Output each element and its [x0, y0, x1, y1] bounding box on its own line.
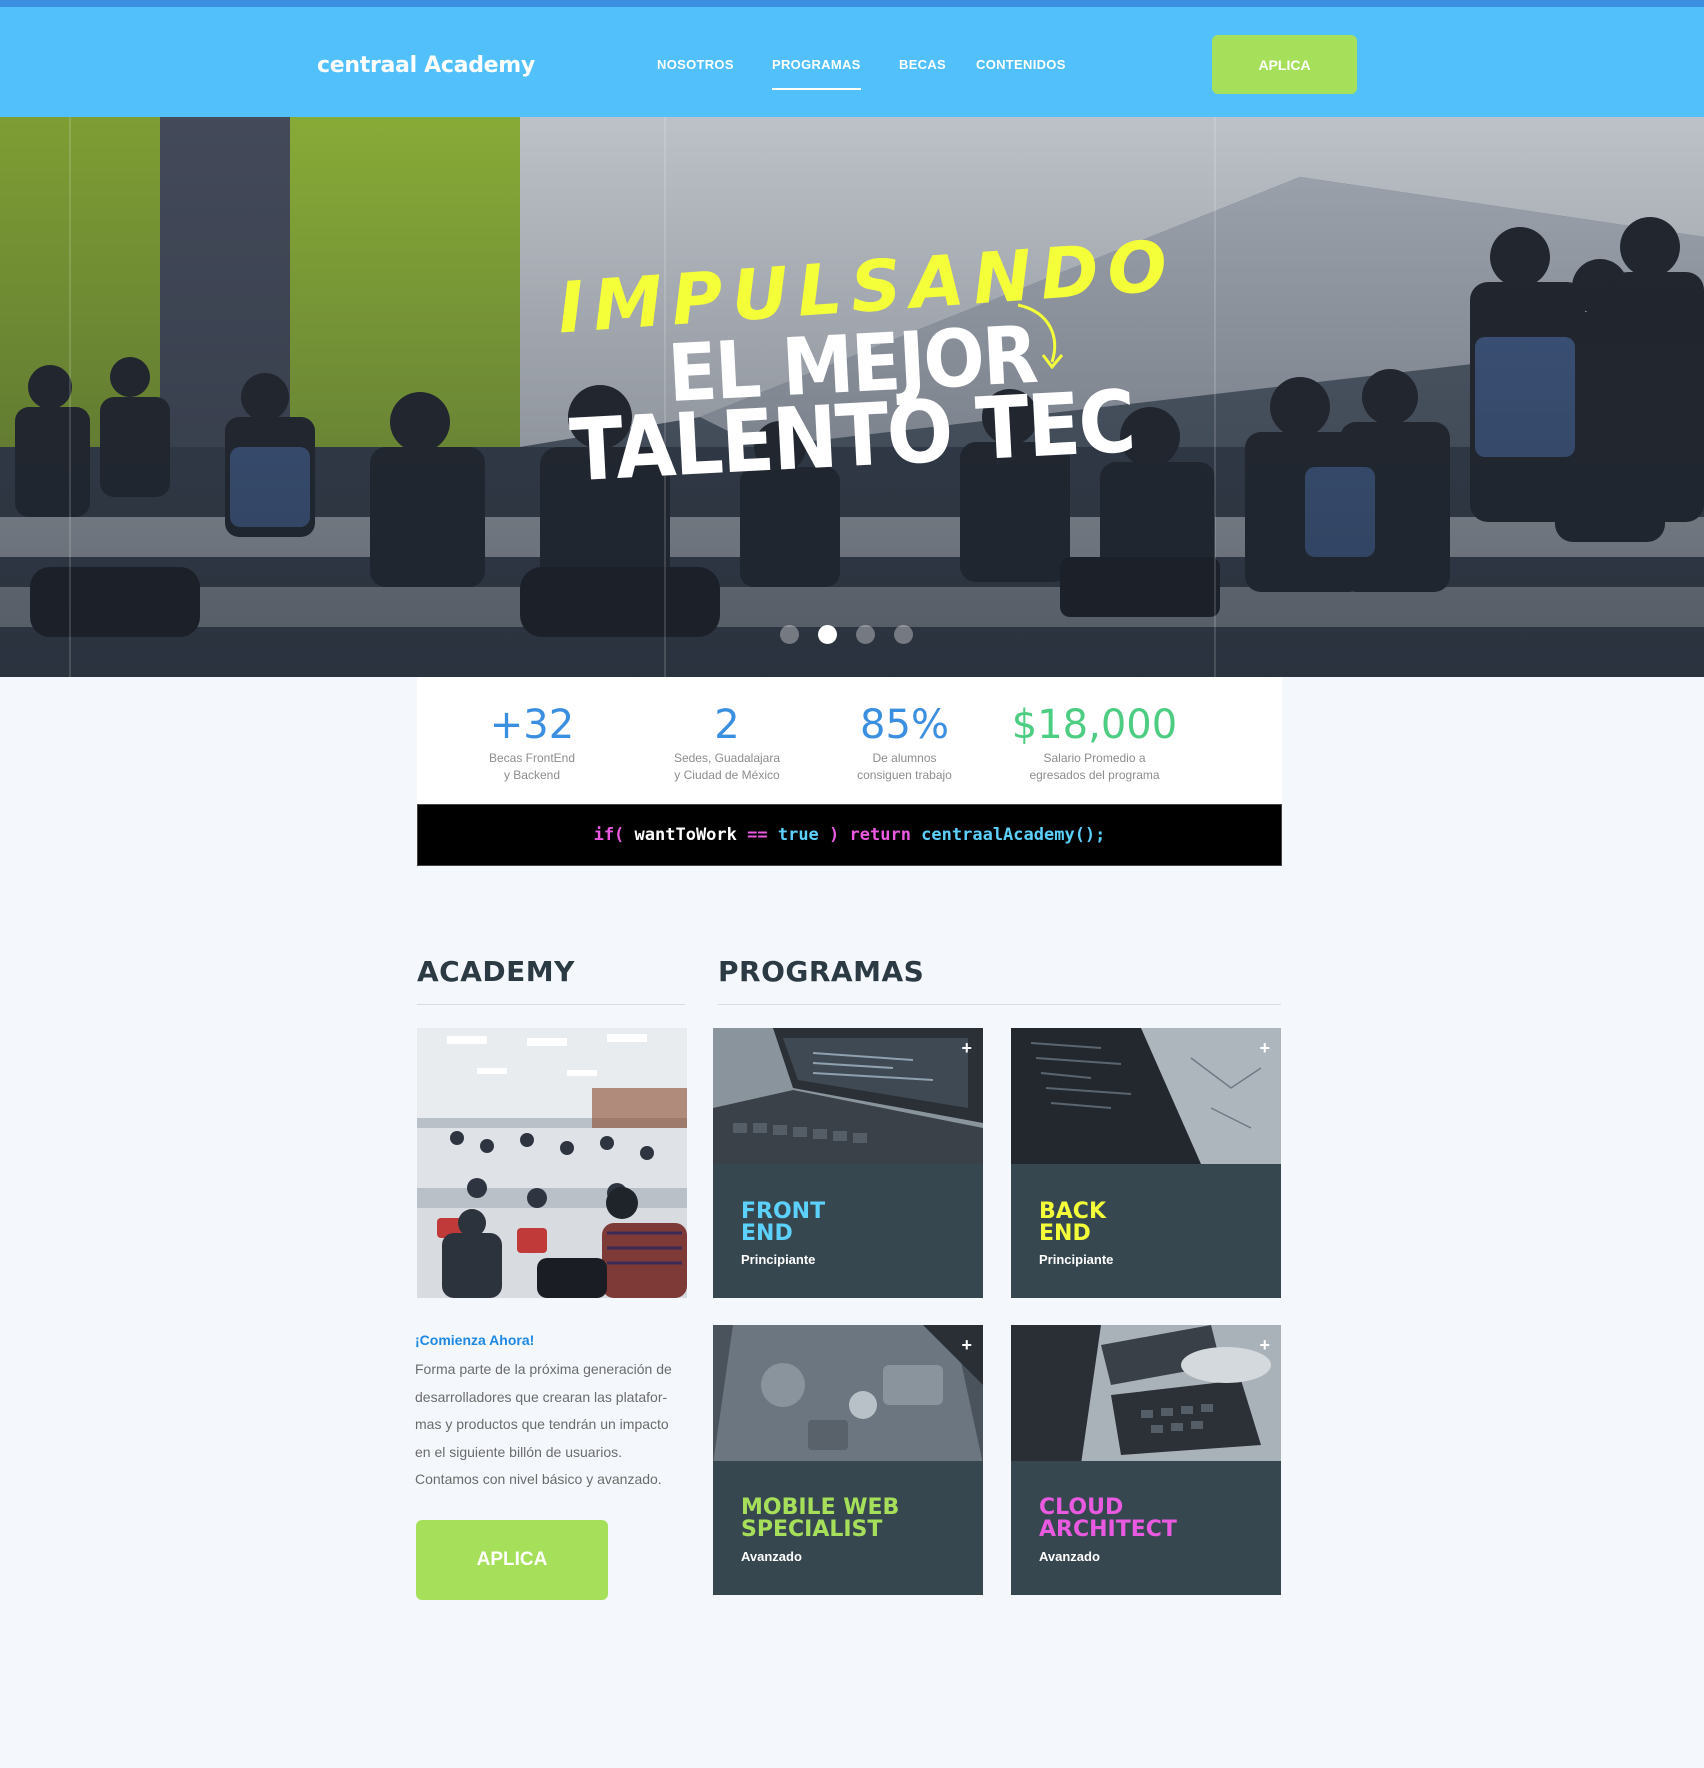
carousel-dot[interactable]: [780, 625, 799, 644]
stat-label: De alumnos: [872, 751, 937, 765]
programas-divider: [718, 1004, 1281, 1005]
program-photo: [1011, 1325, 1281, 1461]
start-now-text: ¡Comienza Ahora!: [415, 1332, 535, 1348]
carousel-dot[interactable]: [894, 625, 913, 644]
top-accent-line: [0, 0, 1704, 7]
program-card-cloud[interactable]: + CLOUD ARCHITECT Avanzado: [1011, 1325, 1281, 1595]
code-banner: if( wantToWork == true ) return centraal…: [417, 804, 1282, 866]
description-line: Contamos con nivel básico y avanzado.: [415, 1471, 662, 1487]
program-level: Principiante: [1039, 1252, 1114, 1267]
expand-plus-icon[interactable]: +: [961, 1335, 972, 1356]
program-level: Principiante: [741, 1252, 816, 1267]
stat-label: y Ciudad de México: [674, 768, 780, 782]
program-photo: [1011, 1028, 1281, 1164]
program-title: ARCHITECT: [1039, 1517, 1177, 1542]
stat-label: y Backend: [503, 768, 561, 782]
program-photo: [713, 1325, 983, 1461]
stat-sedes: 2 Sedes, Guadalajara y Ciudad de México: [657, 702, 797, 784]
nav-aplica-button[interactable]: APLICA: [1212, 35, 1357, 94]
stat-label: consiguen trabajo: [857, 768, 952, 782]
program-title: MOBILE WEB: [741, 1495, 900, 1520]
code-true: true: [767, 825, 830, 845]
program-title: END: [1039, 1221, 1091, 1246]
program-photo: [713, 1028, 983, 1164]
program-title: SPECIALIST: [741, 1517, 883, 1542]
nav-nosotros[interactable]: NOSOTROS: [657, 57, 734, 72]
code-var: wantToWork: [624, 825, 748, 845]
nav-contenidos[interactable]: CONTENIDOS: [976, 57, 1066, 72]
program-card-mobile-web[interactable]: + MOBILE WEB SPECIALIST Avanzado: [713, 1325, 983, 1595]
stat-salario: $18,000 Salario Promedio a egresados del…: [1007, 702, 1182, 784]
stat-label: egresados del programa: [1029, 768, 1160, 782]
program-title: FRONT: [741, 1199, 826, 1224]
carousel-dot[interactable]: [856, 625, 875, 644]
stat-value: $18,000: [1011, 702, 1178, 748]
program-title: END: [741, 1221, 793, 1246]
program-level: Avanzado: [741, 1549, 802, 1564]
stat-label: Sedes, Guadalajara: [673, 751, 781, 765]
program-level: Avanzado: [1039, 1549, 1100, 1564]
code-call: centraalAcademy();: [921, 825, 1106, 845]
description-line: en el siguiente billón de usuarios.: [415, 1443, 623, 1460]
program-card-frontend[interactable]: + FRONT END Principiante: [713, 1028, 983, 1298]
code-return: return: [839, 825, 922, 845]
hero-carousel: IMPULSANDO EL MEJOR TALENTO TEC: [0, 117, 1704, 677]
description-line: Forma parte de la próxima generación de: [415, 1361, 672, 1377]
code-paren: ): [829, 825, 840, 845]
programas-heading: PROGRAMAS: [718, 955, 925, 988]
description-line: desarrolladores que crearan las platafor…: [415, 1388, 668, 1405]
program-title: BACK: [1039, 1199, 1106, 1224]
academy-photo: [417, 1028, 687, 1298]
academy-description: Forma parte de la próxima generación de …: [415, 1356, 680, 1494]
carousel-dot-active[interactable]: [818, 625, 837, 644]
nav-becas[interactable]: BECAS: [899, 57, 946, 72]
stats-panel: +32 Becas FrontEnd y Backend 2 Sedes, Gu…: [417, 677, 1282, 804]
stat-value: +32: [489, 702, 575, 748]
stat-value: 2: [714, 702, 740, 748]
stat-value: 85%: [860, 702, 949, 748]
expand-plus-icon[interactable]: +: [1259, 1335, 1270, 1356]
stat-label: Salario Promedio a: [1043, 751, 1146, 765]
description-line: mas y productos que tendrán un impacto: [415, 1416, 669, 1432]
program-title: CLOUD: [1039, 1495, 1124, 1520]
stat-trabajo: 85% De alumnos consiguen trabajo: [842, 702, 967, 784]
logo[interactable]: centraal Academy: [317, 53, 535, 78]
academy-heading: ACADEMY: [417, 955, 575, 988]
academy-aplica-button[interactable]: APLICA: [416, 1520, 608, 1600]
stat-becas: +32 Becas FrontEnd y Backend: [477, 702, 587, 784]
expand-plus-icon[interactable]: +: [1259, 1038, 1270, 1059]
program-card-backend[interactable]: + BACK END Principiante: [1011, 1028, 1281, 1298]
nav-programas[interactable]: PROGRAMAS: [772, 57, 861, 90]
code-op: ==: [747, 825, 768, 845]
code-if: if(: [593, 825, 625, 845]
stat-label: Becas FrontEnd: [488, 751, 576, 765]
expand-plus-icon[interactable]: +: [961, 1038, 972, 1059]
navbar: centraal Academy NOSOTROS PROGRAMAS BECA…: [0, 7, 1704, 117]
carousel-dots: [780, 625, 913, 644]
academy-divider: [417, 1004, 685, 1005]
